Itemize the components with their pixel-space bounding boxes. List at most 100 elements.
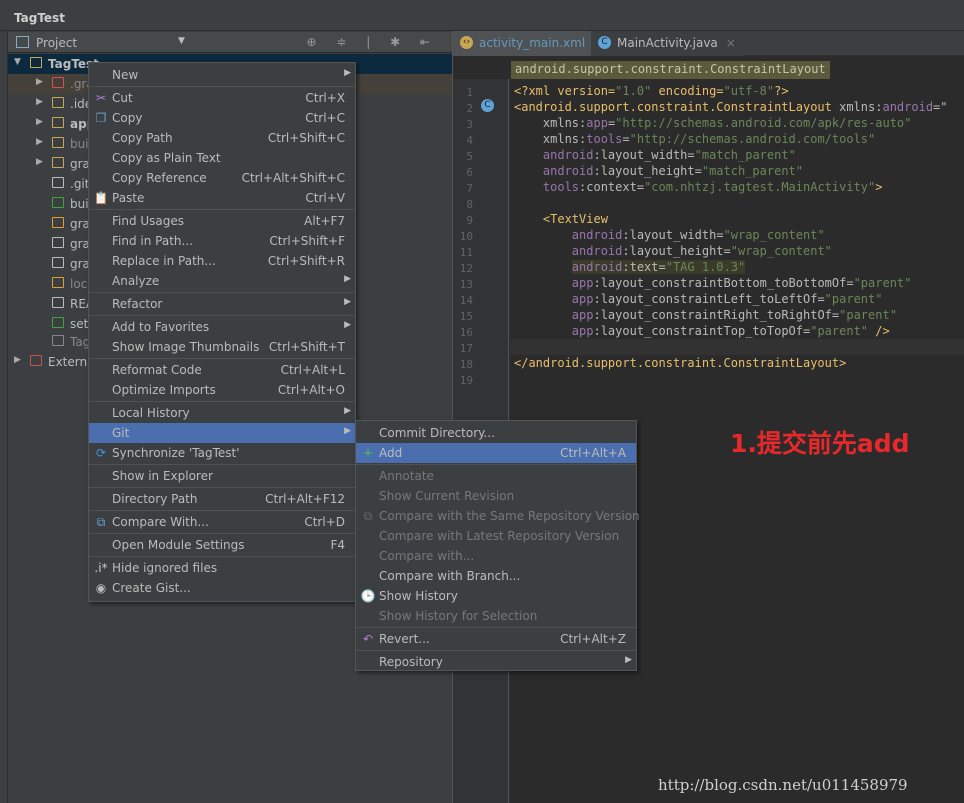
menu-separator [89,510,355,511]
left-tool-strip[interactable] [0,31,8,803]
menu-item-open-module-settings[interactable]: Open Module Settings F4 [89,535,355,555]
menu-item-label: Find in Path... [112,234,193,248]
menu-item-copy-path[interactable]: Copy Path Ctrl+Shift+C [89,128,355,148]
menu-item-cut[interactable]: ✂ Cut Ctrl+X [89,88,355,108]
code-line[interactable]: </android.support.constraint.ConstraintL… [514,356,846,370]
code-token: <TextView [514,212,608,226]
close-icon[interactable]: × [726,36,736,50]
menu-item-find-usages[interactable]: Find Usages Alt+F7 [89,211,355,231]
code-line[interactable]: android:layout_width="match_parent" [514,148,796,162]
code-token: = [622,132,630,146]
code-line[interactable]: app:layout_constraintBottom_toBottomOf="… [514,276,912,290]
menu-item-label: Copy as Plain Text [112,151,221,165]
menu-separator [89,358,355,359]
collapsed-arrow-icon[interactable]: ▶ [36,117,43,127]
line-number: 2 [466,102,473,115]
file-icon [52,277,64,288]
menu-item-reformat-code[interactable]: Reformat Code Ctrl+Alt+L [89,360,355,380]
menu-item-paste[interactable]: 📋 Paste Ctrl+V [89,188,355,208]
menu-item-git[interactable]: Git ▶ [89,423,355,443]
code-line[interactable]: <android.support.constraint.ConstraintLa… [514,100,948,114]
code-line[interactable]: xmlns:tools="http://schemas.android.com/… [514,132,875,146]
menu-item-label: Revert... [379,632,430,646]
xml-breadcrumb[interactable]: android.support.constraint.ConstraintLay… [511,61,830,79]
menu-item-label: Optimize Imports [112,383,216,397]
code-token: encoding= [651,84,724,98]
menu-item-commit-directory[interactable]: Commit Directory... [356,423,636,443]
menu-item-copy-as-plain-text[interactable]: Copy as Plain Text [89,148,355,168]
editor-tabs: ‹› activity_main.xml ×C MainActivity.java × [453,31,964,56]
menu-separator [89,401,355,402]
code-line[interactable]: <?xml version="1.0" encoding="utf-8"?> [514,84,789,98]
code-token: app [571,308,594,322]
code-token: :layout_height= [622,244,731,258]
code-line[interactable]: android:text="TAG 1.0.3" [514,260,746,274]
code-line[interactable]: android:layout_height="match_parent" [514,164,803,178]
code-line[interactable]: tools:context="com.nhtzj.tagtest.MainAct… [514,180,883,194]
panel-toolbar[interactable]: ⊕ ≑ | ✱ ⇤ [306,35,438,49]
collapsed-arrow-icon[interactable]: ▶ [36,97,43,107]
menu-item-repository[interactable]: Repository ▶ [356,652,636,672]
tab-main-activity-java[interactable]: C MainActivity.java × [591,31,744,56]
code-line[interactable]: xmlns:app="http://schemas.android.com/ap… [514,116,912,130]
code-token: "http://schemas.android.com/tools" [629,132,876,146]
menu-item-compare-with[interactable]: ⧉ Compare With... Ctrl+D [89,512,355,532]
menu-item-copy[interactable]: ❐ Copy Ctrl+C [89,108,355,128]
menu-item-synchronize-tagtest[interactable]: ⟳ Synchronize 'TagTest' [89,443,355,463]
menu-item-hide-ignored-files[interactable]: .i* Hide ignored files [89,558,355,578]
tab-label: activity_main.xml [479,36,586,50]
menu-item-shortcut: Alt+F7 [304,214,345,228]
menu-item-compare-with-branch[interactable]: Compare with Branch... [356,566,636,586]
file-icon [52,297,64,308]
file-icon [30,57,42,68]
compare-icon: ⧉ [96,515,106,529]
menu-item-shortcut: Ctrl+Shift+T [268,340,345,354]
line-number: 4 [466,134,473,147]
file-icon [52,77,64,88]
menu-item-compare-with-latest-repository-version: Compare with Latest Repository Version [356,526,636,546]
code-line[interactable]: android:layout_width="wrap_content" [514,228,825,242]
breadcrumb-project[interactable]: TagTest [14,11,65,25]
menu-item-show-in-explorer[interactable]: Show in Explorer [89,466,355,486]
editor: ‹›activity_main.xml×CMainActivity.java× … [452,31,964,803]
collapsed-arrow-icon[interactable]: ▶ [36,157,43,167]
class-gutter-icon[interactable]: C [481,99,494,112]
menu-item-copy-reference[interactable]: Copy Reference Ctrl+Alt+Shift+C [89,168,355,188]
line-number: 12 [459,262,473,275]
collapsed-arrow-icon[interactable]: ▶ [14,355,21,365]
code-line[interactable]: android:layout_height="wrap_content" [514,244,832,258]
file-icon [52,97,64,108]
code-line[interactable]: <TextView [514,212,608,226]
code-line[interactable]: app:layout_constraintRight_toRightOf="pa… [514,308,897,322]
menu-item-add-to-favorites[interactable]: Add to Favorites ▶ [89,317,355,337]
collapsed-arrow-icon[interactable]: ▶ [36,137,43,147]
menu-item-new[interactable]: New ▶ [89,65,355,85]
menu-item-analyze[interactable]: Analyze ▶ [89,271,355,291]
menu-item-add[interactable]: + Add Ctrl+Alt+A [356,443,636,463]
code-line[interactable]: app:layout_constraintTop_toTopOf="parent… [514,324,890,338]
menu-item-show-history[interactable]: 🕒 Show History [356,586,636,606]
menu-item-find-in-path[interactable]: Find in Path... Ctrl+Shift+F [89,231,355,251]
code-token: :layout_height= [593,164,702,178]
chevron-down-icon[interactable]: ▼ [178,36,185,46]
menu-item-directory-path[interactable]: Directory Path Ctrl+Alt+F12 [89,489,355,509]
menu-item-create-gist[interactable]: ◉ Create Gist... [89,578,355,598]
menu-item-revert[interactable]: ↶ Revert... Ctrl+Alt+Z [356,629,636,649]
menu-item-refactor[interactable]: Refactor ▶ [89,294,355,314]
code-line[interactable]: app:layout_constraintLeft_toLeftOf="pare… [514,292,883,306]
menu-item-label: Copy Path [112,131,173,145]
menu-item-show-history-for-selection: Show History for Selection [356,606,636,626]
menu-item-label: Compare with Latest Repository Version [379,529,620,543]
menu-item-show-image-thumbnails[interactable]: Show Image Thumbnails Ctrl+Shift+T [89,337,355,357]
menu-item-label: Compare with the Same Repository Version [379,509,640,523]
menu-item-replace-in-path[interactable]: Replace in Path... Ctrl+Shift+R [89,251,355,271]
menu-item-local-history[interactable]: Local History ▶ [89,403,355,423]
menu-item-optimize-imports[interactable]: Optimize Imports Ctrl+Alt+O [89,380,355,400]
project-view-selector[interactable]: Project [36,36,77,50]
code-token: android [882,100,934,114]
tab-activity-main-xml[interactable]: ‹›activity_main.xml× [453,31,612,56]
expanded-arrow-icon[interactable]: ▼ [14,57,21,67]
collapsed-arrow-icon[interactable]: ▶ [36,77,43,87]
